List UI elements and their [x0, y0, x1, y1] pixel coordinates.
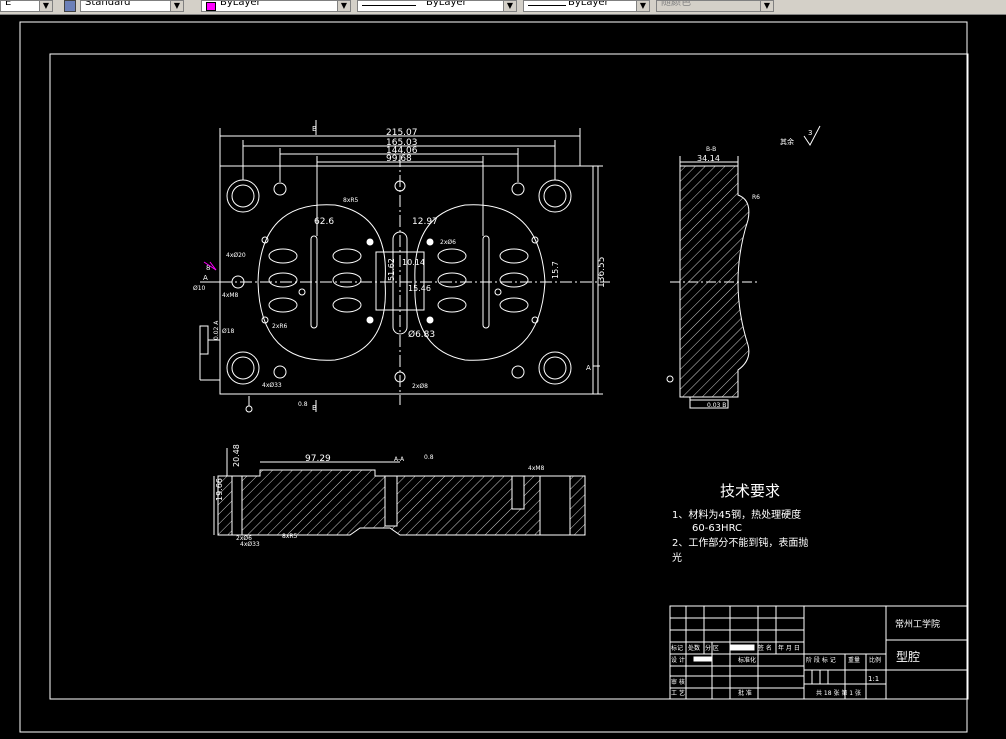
note-section-2: 4xØ33 [240, 541, 260, 548]
outer-border [19, 21, 968, 733]
note-hole6: 8xR5 [343, 197, 359, 204]
tb-row2-5: 比例 [869, 656, 881, 664]
note-hole5: 2xØ8 [412, 383, 428, 390]
tb-label-1: 标记 [671, 644, 683, 652]
first-dropdown-value: E [5, 0, 12, 8]
tech-line-4: 光 [672, 551, 682, 564]
tb-sheets: 共 18 张 第 1 张 [816, 689, 861, 697]
tb-label-3: 分 区 [705, 644, 719, 652]
color-swatch [206, 2, 216, 11]
view-aa-label: A-A [394, 456, 405, 463]
text-style-icon[interactable] [64, 0, 76, 12]
dim-9729: 97.29 [305, 454, 331, 464]
tech-line-2: 60-63HRC [692, 523, 742, 534]
view-b-bottom: B [312, 404, 317, 412]
dim-top-1: 215.07 [386, 128, 418, 138]
tolerance-box-1 [199, 325, 209, 355]
chevron-down-icon[interactable]: ▼ [39, 1, 52, 11]
note-hole9: 4xM8 [222, 292, 239, 299]
dim-1966: 19.66 [215, 478, 224, 501]
note-hole2: 2xR6 [272, 323, 288, 330]
note-section-4: 4xM8 [528, 465, 545, 472]
tech-line-1: 1、材料为45钢，热处理硬度 [672, 508, 801, 521]
note-rough-08: 0.8 [298, 401, 308, 408]
view-a-right: A [586, 364, 591, 372]
inner-border [49, 53, 969, 700]
dim-157: 15.7 [551, 261, 560, 279]
side-view-bb [666, 156, 760, 409]
dim-top-4: 99.68 [386, 154, 412, 164]
note-hole3: 4xØ20 [226, 252, 246, 259]
color-dropdown[interactable]: ByLayer ▼ [201, 0, 351, 12]
lineweight-swatch [528, 5, 566, 6]
lineweight-value: ByLayer [568, 0, 609, 8]
tb-label-5: 签 名 [758, 644, 772, 652]
linetype-value: ByLayer [426, 0, 467, 8]
tb-row2-1: 设 计 [671, 656, 685, 664]
scale-value: 1:1 [868, 675, 879, 683]
tb-label-6: 年 月 日 [778, 644, 800, 652]
drawing-canvas[interactable]: 215.07 165.03 144.06 99.68 62.6 12.97 51… [0, 14, 1006, 735]
dim-1546: 15.46 [408, 284, 431, 293]
school-name: 常州工学院 [895, 618, 940, 630]
note-hole4: 4xØ33 [262, 382, 282, 389]
dim-13655: 136.55 [597, 257, 607, 289]
dim-683: Ø6.83 [408, 329, 435, 340]
text-style-value: Standard [85, 0, 131, 8]
linetype-dropdown[interactable]: ByLayer ▼ [357, 0, 517, 12]
chevron-down-icon[interactable]: ▼ [636, 1, 649, 11]
note-section-3: 8xR5 [282, 533, 298, 540]
tb-row4-2: 批 准 [738, 689, 752, 697]
chevron-down-icon[interactable]: ▼ [337, 1, 350, 11]
note-rough-section: 0.8 [424, 454, 434, 461]
linetype-swatch [362, 5, 416, 6]
view-bb-label: B-B [706, 146, 716, 153]
tb-row2-3: 阶 段 标 记 [806, 656, 836, 664]
chevron-down-icon[interactable]: ▼ [503, 1, 516, 11]
plotstyle-dropdown[interactable]: 随颜色 ▼ [656, 0, 774, 12]
note-r6-side: R6 [752, 194, 760, 201]
dim-62: 62.6 [314, 217, 334, 227]
dim-1297: 12.97 [412, 217, 438, 227]
view-a-left: A [203, 274, 208, 282]
properties-toolbar: E ▼ Standard ▼ ByLayer ▼ ByLayer ▼ ByLay… [0, 0, 1006, 15]
tb-row3-1: 审 核 [671, 678, 685, 686]
lineweight-dropdown[interactable]: ByLayer ▼ [523, 0, 650, 12]
tolerance-note-1: 0.02 A [213, 320, 220, 340]
chevron-down-icon[interactable]: ▼ [760, 1, 773, 11]
color-value: ByLayer [220, 0, 261, 8]
text-style-dropdown[interactable]: Standard ▼ [80, 0, 184, 12]
dim-5162: 51.62 [387, 258, 396, 281]
chevron-down-icon[interactable]: ▼ [170, 1, 183, 11]
tb-row2-4: 重量 [848, 656, 860, 664]
roughness-value: 3 [808, 129, 812, 137]
tech-line-3: 2、工作部分不能到钝，表面抛 [672, 536, 808, 549]
tb-row2-2: 标准化 [738, 656, 756, 664]
note-hole1: Ø18 [222, 328, 235, 335]
note-hole8: Ø10 [193, 285, 206, 292]
view-b-top: B [312, 125, 317, 133]
roughness-other: 其余 [780, 137, 794, 146]
dim-2048: 20.48 [232, 444, 241, 467]
plotstyle-value: 随颜色 [661, 0, 691, 8]
part-name: 型腔 [896, 649, 920, 664]
tb-row4-1: 工 艺 [671, 689, 685, 697]
dim-1014: 10.14 [402, 258, 425, 267]
tb-label-2: 处数 [688, 644, 700, 652]
tech-title: 技术要求 [720, 482, 780, 500]
first-dropdown[interactable]: E ▼ [0, 0, 53, 12]
tolerance-note-3: 0.03 B [707, 402, 726, 409]
note-hole7: 2xØ6 [440, 239, 456, 246]
dim-3414: 34.14 [697, 154, 720, 163]
